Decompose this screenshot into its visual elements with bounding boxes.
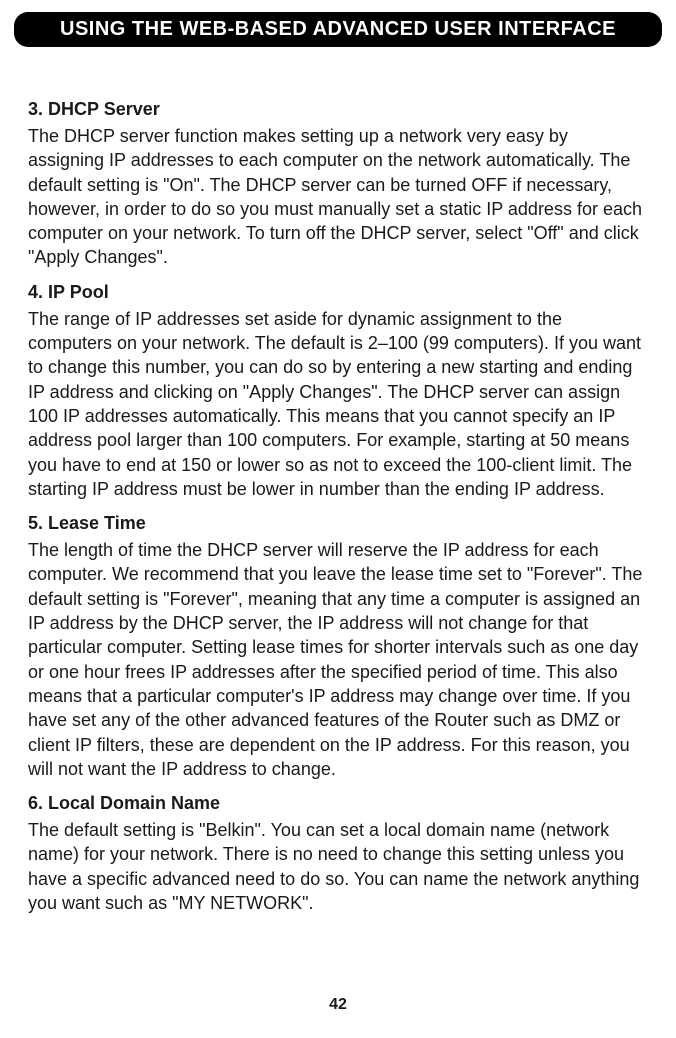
section-body-dhcp-server: The DHCP server function makes setting u… bbox=[28, 124, 648, 270]
section-heading-dhcp-server: 3. DHCP Server bbox=[28, 99, 648, 120]
section-body-ip-pool: The range of IP addresses set aside for … bbox=[28, 307, 648, 501]
section-body-lease-time: The length of time the DHCP server will … bbox=[28, 538, 648, 781]
section-heading-local-domain-name: 6. Local Domain Name bbox=[28, 793, 648, 814]
section-heading-lease-time: 5. Lease Time bbox=[28, 513, 648, 534]
section-heading-ip-pool: 4. IP Pool bbox=[28, 282, 648, 303]
page-header-bar: USING THE WEB-BASED ADVANCED USER INTERF… bbox=[14, 12, 662, 47]
section-body-local-domain-name: The default setting is "Belkin". You can… bbox=[28, 818, 648, 915]
page-content: 3. DHCP Server The DHCP server function … bbox=[0, 47, 676, 915]
page-header-title: USING THE WEB-BASED ADVANCED USER INTERF… bbox=[60, 18, 616, 40]
page-number: 42 bbox=[0, 996, 676, 1014]
